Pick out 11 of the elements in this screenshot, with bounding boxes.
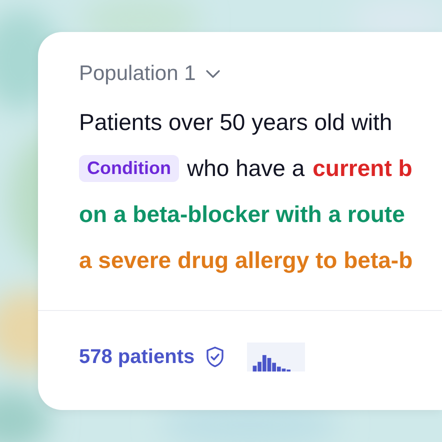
- criteria-phrase[interactable]: on a beta-blocker with a route: [79, 200, 405, 228]
- condition-tag[interactable]: Condition: [79, 154, 179, 182]
- patient-count: 578 patients: [79, 346, 195, 368]
- population-title[interactable]: Population 1: [79, 62, 196, 86]
- criteria-phrase[interactable]: a severe drug allergy to beta-b: [79, 246, 413, 274]
- criteria-phrase[interactable]: current b: [312, 154, 412, 182]
- criteria-text: who have a: [186, 154, 305, 182]
- histogram-drawing: [246, 342, 305, 372]
- chevron-down-icon[interactable]: [206, 70, 220, 78]
- shield-check-icon: [204, 346, 225, 368]
- criteria-text: Patients over 50 years old with: [79, 108, 392, 136]
